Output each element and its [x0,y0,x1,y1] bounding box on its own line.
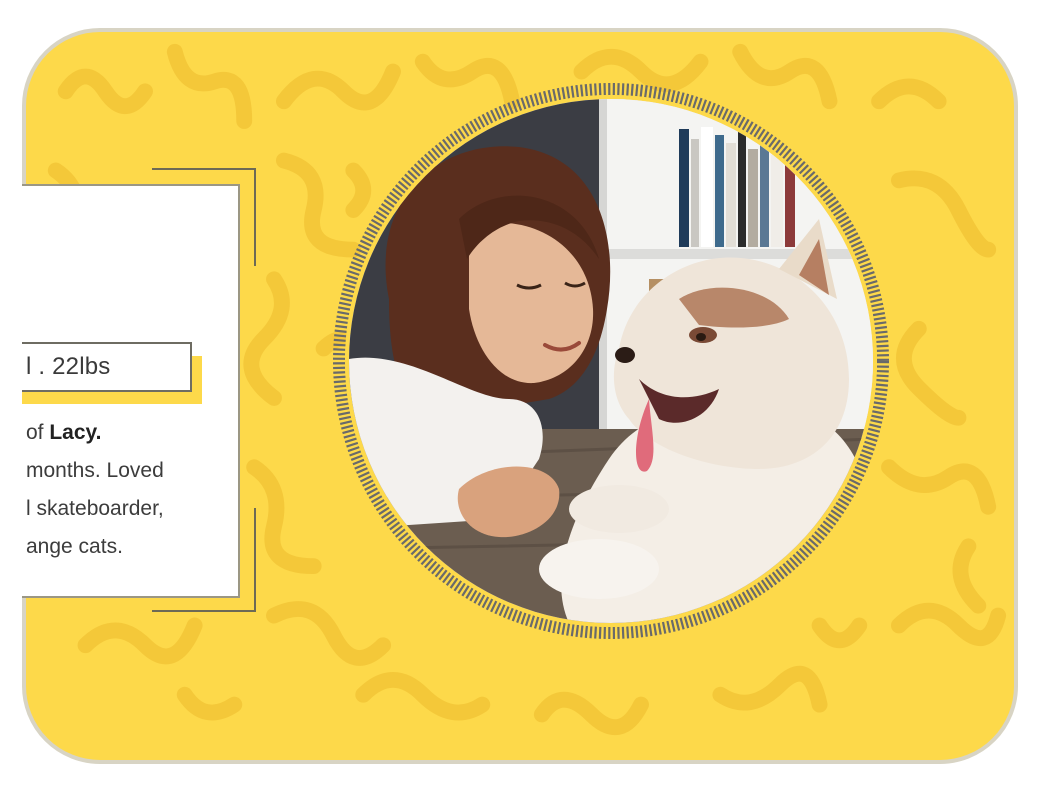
bio-text: of Lacy. months. Loved l skateboarder, a… [26,414,226,566]
pet-card-stage: l . 22lbs of Lacy. months. Loved l skate… [0,0,1042,788]
bio-line-1: of Lacy. [26,414,226,452]
frame-line-right-lower [254,508,256,612]
weight-text: l . 22lbs [26,353,111,380]
bio-line-2: months. Loved [26,459,164,482]
bio-line-4: ange cats. [26,535,123,558]
frame-line-top [152,168,256,170]
bio-line-1-prefix: of [26,421,50,444]
pet-name: Lacy. [49,421,102,444]
woman-with-puppy-image [349,99,873,623]
bio-line-3: l skateboarder, [26,497,164,520]
frame-line-bottom [152,610,256,612]
frame-line-right-upper [254,168,256,266]
weight-field: l . 22lbs [22,342,192,392]
pet-photo [349,99,873,623]
